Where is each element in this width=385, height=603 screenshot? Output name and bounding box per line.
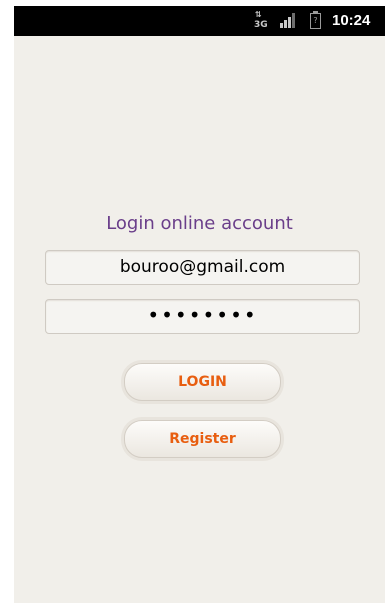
login-button[interactable]: LOGIN bbox=[124, 363, 281, 401]
network-activity-arrows: ⇅ bbox=[255, 10, 262, 19]
login-title: Login online account bbox=[106, 213, 293, 234]
register-button[interactable]: Register bbox=[124, 420, 281, 458]
status-clock: 10:24 bbox=[332, 12, 371, 29]
password-value: •••••••• bbox=[147, 303, 258, 327]
email-value: bouroo@gmail.com bbox=[119, 257, 286, 277]
battery-unknown-glyph: ? bbox=[310, 13, 321, 29]
network-3g-icon: ⇅ 3G bbox=[253, 10, 268, 32]
status-bar: ⇅ 3G ? 10:24 bbox=[14, 6, 385, 36]
app-screen: ⇅ 3G ? 10:24 Login online account bouroo… bbox=[14, 6, 385, 603]
network-type-label: 3G bbox=[254, 20, 268, 30]
password-field[interactable]: •••••••• bbox=[45, 299, 360, 334]
signal-strength-icon bbox=[280, 13, 298, 28]
battery-icon: ? bbox=[310, 11, 321, 29]
email-field[interactable]: bouroo@gmail.com bbox=[45, 250, 360, 285]
